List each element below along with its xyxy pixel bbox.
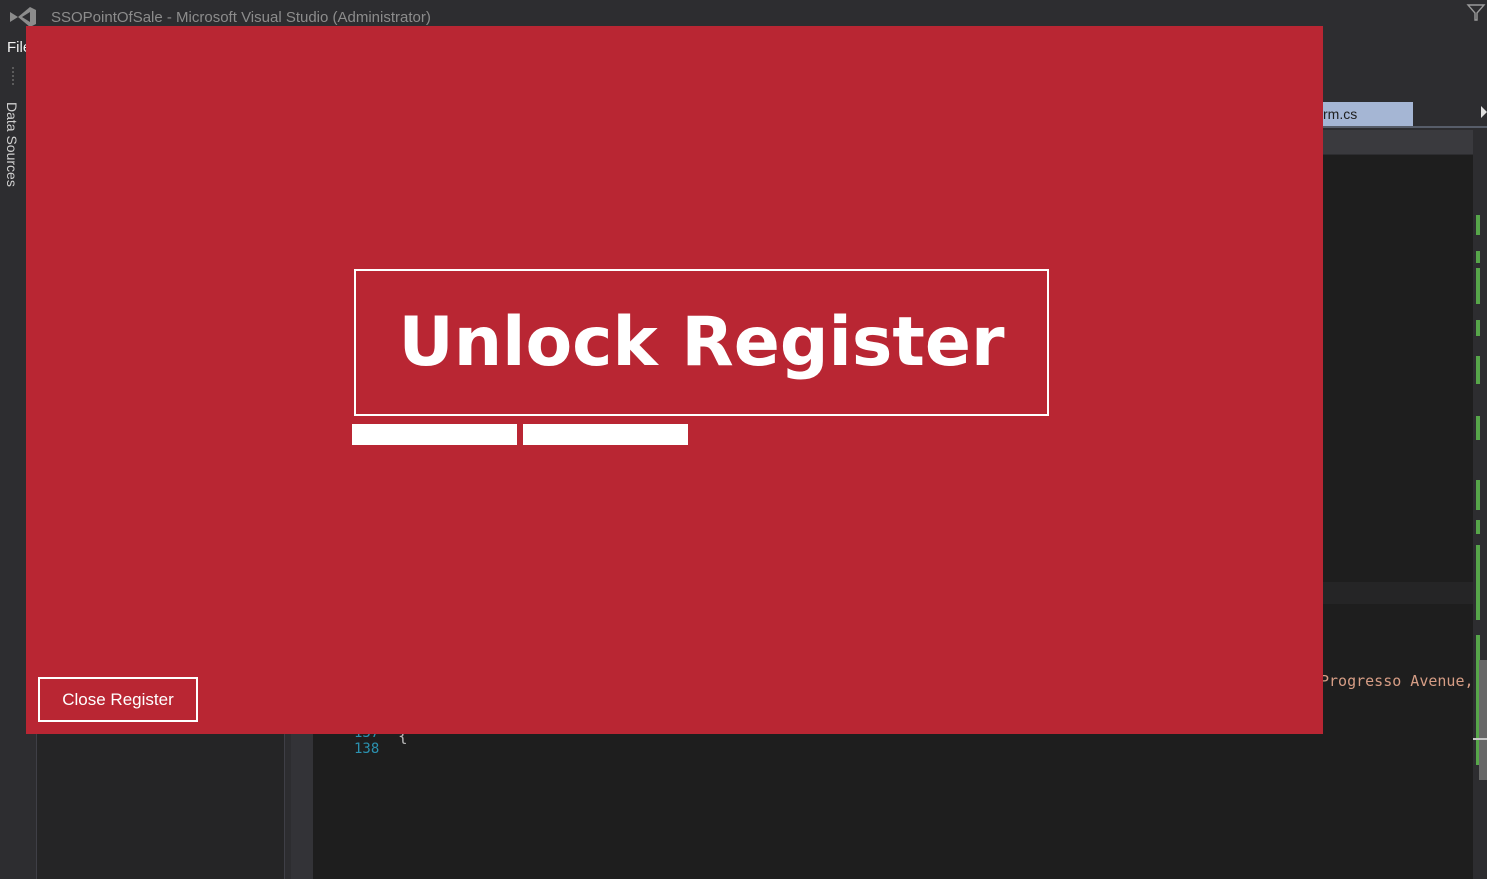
user-id-field[interactable] <box>352 424 517 445</box>
editor-split-bar <box>1323 582 1473 604</box>
change-marker <box>1476 356 1480 384</box>
change-marker <box>1476 268 1480 304</box>
change-marker <box>1476 520 1480 534</box>
scrollbar-thumb[interactable] <box>1479 660 1487 780</box>
change-marker <box>1476 416 1480 440</box>
line-number: 138 <box>354 741 380 757</box>
visual-studio-logo-icon <box>10 7 36 27</box>
navigation-bar[interactable] <box>1323 130 1473 154</box>
scrollbar-caret-marker <box>1473 738 1487 740</box>
active-tab-label: rm.cs <box>1323 106 1358 122</box>
change-marker <box>1476 320 1480 336</box>
unlock-register-button[interactable]: Unlock Register <box>354 269 1049 416</box>
change-marker <box>1476 480 1480 510</box>
solution-panel <box>36 733 285 879</box>
close-register-button[interactable]: Close Register <box>38 677 198 722</box>
change-marker <box>1476 251 1480 263</box>
change-marker <box>1476 545 1480 620</box>
code-string-fragment: Progresso Avenue, <box>1320 672 1474 690</box>
change-marker <box>1476 215 1480 235</box>
grip-handle-icon[interactable] <box>11 66 15 86</box>
window-title: SSOPointOfSale - Microsoft Visual Studio… <box>51 9 431 26</box>
tab-overflow-arrow-icon[interactable] <box>1481 106 1487 118</box>
editor-gutter <box>291 733 313 879</box>
data-sources-tab[interactable]: Data Sources <box>4 102 20 187</box>
pin-field[interactable] <box>523 424 688 445</box>
filter-icon[interactable] <box>1466 2 1486 22</box>
tab-underline <box>1323 126 1487 128</box>
